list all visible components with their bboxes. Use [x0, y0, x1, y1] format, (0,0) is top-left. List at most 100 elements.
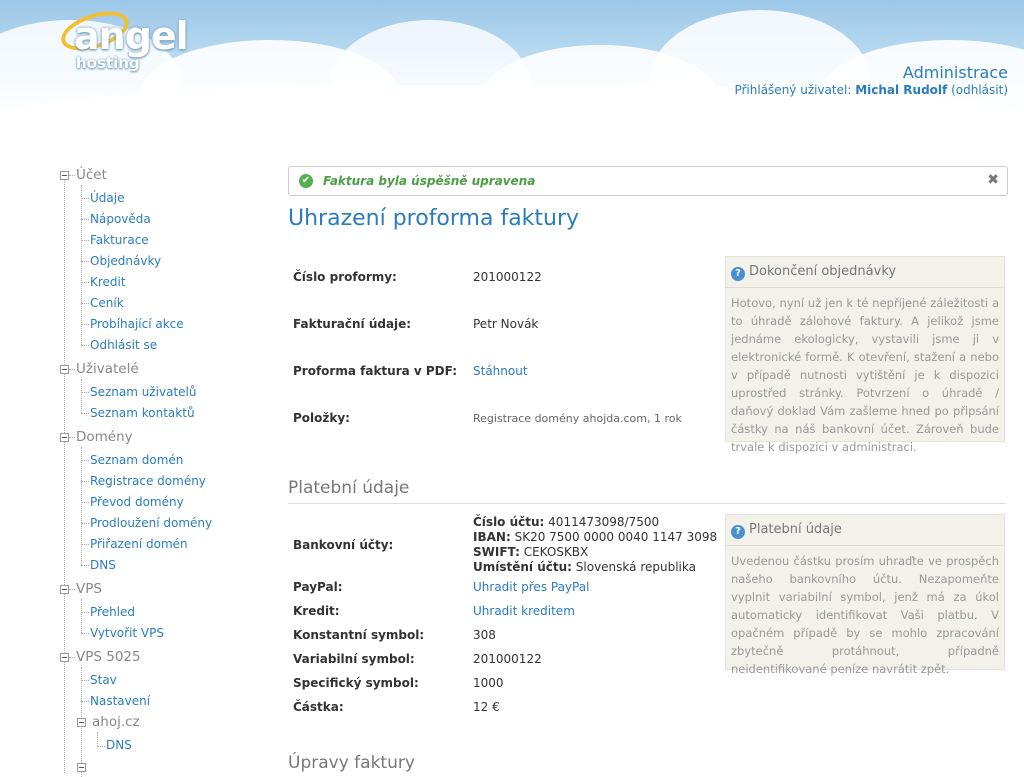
info-box-text: Hotovo, nyní už jen k té nepříjené zálež…: [731, 296, 999, 454]
tree-line: [64, 173, 65, 773]
sidebar-item-nastaveni[interactable]: Nastavení: [90, 694, 150, 708]
tree-line: [81, 599, 82, 633]
info-box-payment: ? Platební údaje Uvedenou částku prosím u…: [725, 514, 1005, 676]
tree-line: [81, 282, 89, 283]
sidebar-item-odhlasit[interactable]: Odhlásit se: [90, 338, 157, 352]
swift-line: SWIFT: CEKOSKBX: [473, 545, 588, 559]
collapse-toggle-icon[interactable]: [77, 718, 86, 727]
sidebar-item-akce[interactable]: Probíhající akce: [90, 317, 184, 331]
sidebar-item-stav[interactable]: Stav: [90, 673, 117, 687]
admin-title: Administrace: [902, 63, 1008, 82]
constant-symbol-value: 308: [473, 628, 496, 642]
tree-line: [81, 185, 82, 345]
collapse-toggle-icon[interactable]: [60, 433, 69, 442]
billing-value: Petr Novák: [473, 317, 539, 331]
tree-line: [81, 633, 89, 634]
variable-symbol-value: 201000122: [473, 652, 542, 666]
payment-section-title: Platební údaje: [288, 478, 410, 498]
tree-line: [97, 732, 98, 746]
amount-label: Částka:: [293, 700, 344, 714]
sidebar-item-prirazeni-domen[interactable]: Přiřazení domén: [90, 537, 188, 551]
paypal-pay-link[interactable]: Uhradit přes PayPal: [473, 580, 589, 594]
close-icon[interactable]: ✖: [987, 172, 999, 188]
help-icon: ?: [731, 267, 745, 281]
bank-accounts-label: Bankovní účty:: [293, 538, 394, 552]
credit-label: Kredit:: [293, 604, 340, 618]
sidebar-item-kredit[interactable]: Kredit: [90, 275, 126, 289]
success-alert: ✔ Faktura byla úspěšně upravena ✖: [288, 166, 1008, 196]
sidebar-item-seznam-kontaktu[interactable]: Seznam kontaktů: [90, 406, 195, 420]
tree-line: [81, 219, 89, 220]
account-number-line: Číslo účtu: 4011473098/7500: [473, 515, 659, 529]
sidebar-item-vytvorit-vps[interactable]: Vytvořit VPS: [90, 626, 164, 640]
info-box-text: Uvedenou částku prosím uhraďte ve prospě…: [731, 554, 999, 676]
info-box-header: ? Platební údaje: [726, 515, 1004, 546]
tree-line: [81, 680, 89, 681]
logo-text: angel: [74, 14, 189, 58]
section-vps-5025[interactable]: VPS 5025: [76, 649, 141, 665]
sidebar-item-napoveda[interactable]: Nápověda: [90, 212, 151, 226]
sidebar-item-udaje[interactable]: Údaje: [90, 191, 124, 205]
download-pdf-link[interactable]: Stáhnout: [473, 364, 528, 378]
sidebar-item-seznam-uzivatelu[interactable]: Seznam uživatelů: [90, 385, 196, 399]
logout-link[interactable]: (odhlásit): [951, 83, 1008, 97]
collapse-toggle-icon[interactable]: [60, 171, 69, 180]
location-line: Umístění účtu: Slovenská republika: [473, 560, 696, 574]
collapse-toggle-icon[interactable]: [60, 653, 69, 662]
section-vps[interactable]: VPS: [76, 581, 102, 597]
sidebar-item-registrace-domeny[interactable]: Registrace domény: [90, 474, 206, 488]
sidebar-item-ahoj-dns[interactable]: DNS: [106, 738, 132, 752]
items-value: Registrace domény ahojda.com, 1 rok: [473, 412, 682, 425]
variable-symbol-label: Variabilní symbol:: [293, 652, 415, 666]
section-domeny[interactable]: Domény: [76, 429, 133, 445]
tree-line: [81, 544, 89, 545]
pdf-label: Proforma faktura v PDF:: [293, 364, 457, 378]
swift-label: SWIFT:: [473, 545, 520, 559]
alert-message: Faktura byla úspěšně upravena: [323, 174, 536, 188]
collapse-toggle-icon[interactable]: [60, 585, 69, 594]
sidebar-item-cenik[interactable]: Ceník: [90, 296, 124, 310]
tree-line: [81, 612, 89, 613]
info-box-title: Platební údaje: [749, 522, 842, 537]
sidebar-item-prehled[interactable]: Přehled: [90, 605, 135, 619]
check-circle-icon: ✔: [299, 174, 313, 188]
tree-line: [81, 198, 89, 199]
logo-subtext: hosting: [76, 54, 140, 72]
sidebar-item-dns[interactable]: DNS: [90, 558, 116, 572]
amount-value: 12 €: [473, 700, 500, 714]
paypal-label: PayPal:: [293, 580, 343, 594]
tree-line: [69, 657, 75, 658]
tree-line: [69, 369, 75, 370]
logo[interactable]: angel hosting: [56, 4, 200, 80]
location-value: Slovenská republika: [575, 560, 696, 574]
sidebar-item-prodlouzeni-domeny[interactable]: Prodloužení domény: [90, 516, 212, 530]
tree-line: [81, 413, 89, 414]
section-ahoj-cz[interactable]: ahoj.cz: [92, 714, 140, 730]
proforma-number-value: 201000122: [473, 270, 542, 284]
tree-line: [69, 175, 75, 176]
sidebar-item-fakturace[interactable]: Fakturace: [90, 233, 149, 247]
tree-line: [81, 523, 89, 524]
help-icon: ?: [731, 525, 745, 539]
location-label: Umístění účtu:: [473, 560, 572, 574]
tree-line: [81, 324, 89, 325]
section-ucet[interactable]: Účet: [76, 167, 107, 183]
tree-line: [81, 502, 89, 503]
info-box-order: ? Dokončení objednávky Hotovo, nyní už je…: [725, 256, 1005, 454]
sidebar-item-prevod-domeny[interactable]: Převod domény: [90, 495, 184, 509]
sidebar-item-objednavky[interactable]: Objednávky: [90, 254, 161, 268]
tree-line: [81, 481, 89, 482]
tree-line: [69, 589, 75, 590]
iban-value: SK20 7500 0000 0040 1147 3098: [514, 530, 718, 544]
credit-pay-link[interactable]: Uhradit kreditem: [473, 604, 575, 618]
constant-symbol-label: Konstantní symbol:: [293, 628, 425, 642]
collapse-toggle-icon[interactable]: [60, 365, 69, 374]
sidebar-item-seznam-domen[interactable]: Seznam domén: [90, 453, 183, 467]
iban-label: IBAN:: [473, 530, 511, 544]
tree-line: [81, 303, 89, 304]
user-name-link[interactable]: Michal Rudolf: [855, 83, 947, 97]
tree-line: [81, 447, 82, 565]
section-uzivatele[interactable]: Uživatelé: [76, 361, 139, 377]
swift-value: CEKOSKBX: [523, 545, 589, 559]
divider: [288, 503, 1006, 504]
